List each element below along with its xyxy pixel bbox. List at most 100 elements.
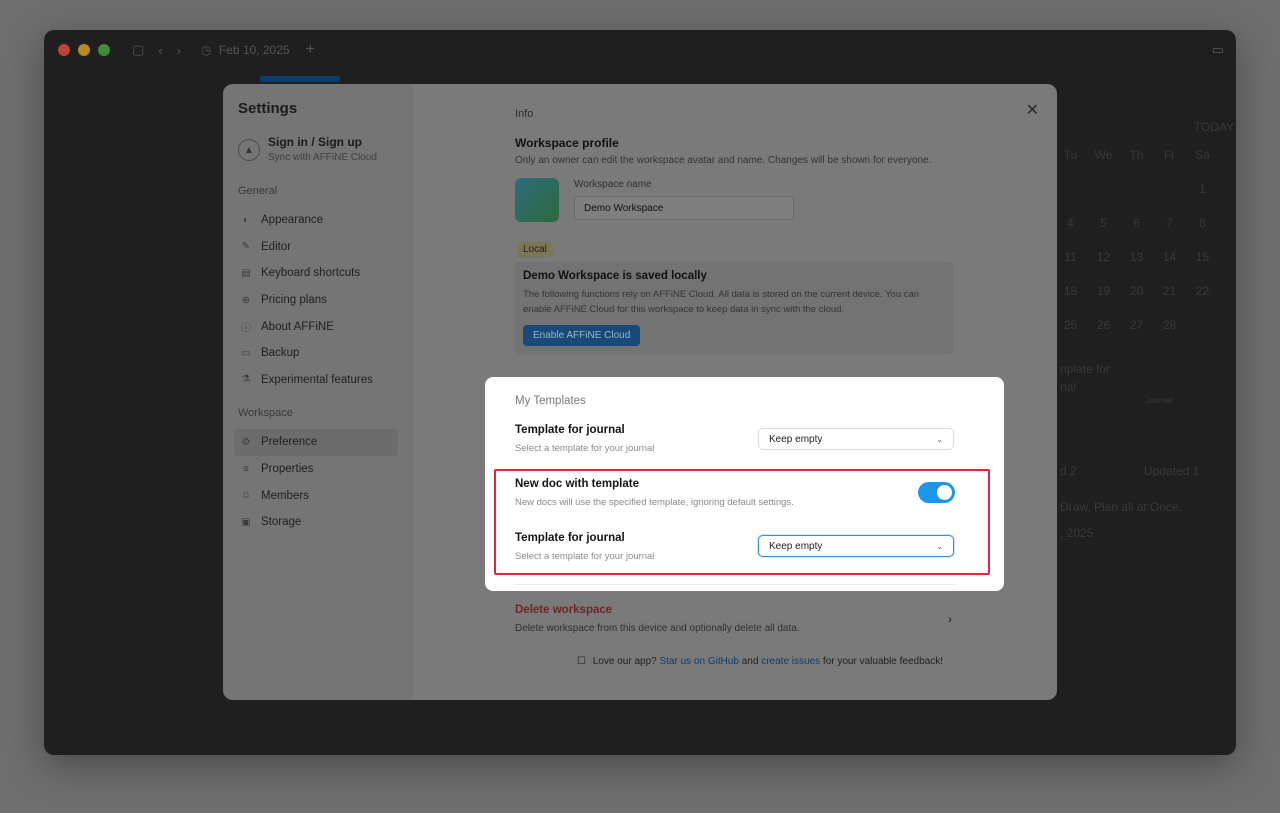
github-star-link[interactable]: Star us on GitHub bbox=[659, 656, 738, 667]
journal-thumbnail-label: Journal bbox=[1146, 396, 1173, 405]
sidebar-item-editor[interactable]: ✎ Editor bbox=[234, 234, 398, 261]
weekday: Tu bbox=[1063, 148, 1078, 162]
journal-template-desc-2: Select a template for your journal bbox=[515, 551, 655, 562]
sidebar-item-label: Properties bbox=[261, 463, 314, 476]
calendar-day: 18 bbox=[1063, 284, 1078, 298]
account-subtitle: Sync with AFFiNE Cloud bbox=[268, 152, 377, 163]
sidebar-item-properties[interactable]: ≡ Properties bbox=[234, 456, 398, 483]
sidebar-item-appearance[interactable]: ◐ Appearance bbox=[234, 207, 398, 234]
calendar-header: TODAY bbox=[1054, 120, 1234, 134]
calendar-day: 27 bbox=[1129, 318, 1144, 332]
journal-template-value-2: Keep empty bbox=[769, 540, 823, 552]
back-arrow-icon[interactable]: ‹ bbox=[158, 43, 162, 58]
sidebar-item-label: Backup bbox=[261, 347, 300, 360]
calendar-day: 21 bbox=[1162, 284, 1177, 298]
gear-icon: ⚙ bbox=[241, 436, 251, 448]
sidebar-item-label: Experimental features bbox=[261, 373, 373, 386]
local-notice-title: Demo Workspace is saved locally bbox=[523, 270, 707, 282]
sidebar-item-backup[interactable]: ▭ Backup bbox=[234, 340, 398, 367]
delete-workspace-desc: Delete workspace from this device and op… bbox=[515, 623, 800, 634]
my-templates-card: My Templates Template for journal Select… bbox=[485, 377, 1004, 591]
sidebar-item-storage[interactable]: ▣ Storage bbox=[234, 509, 398, 536]
calendar-week: 25 26 27 28 bbox=[1054, 318, 1234, 332]
workspace-name-input[interactable]: Demo Workspace bbox=[574, 196, 794, 220]
calendar-week: 11 12 13 14 15 bbox=[1054, 250, 1234, 264]
calendar-day: 11 bbox=[1064, 250, 1077, 264]
background-tab-indicator bbox=[260, 76, 340, 82]
pricing-icon: ⊕ bbox=[241, 294, 251, 306]
palette-icon: ◐ bbox=[242, 214, 250, 226]
members-icon: ☺ bbox=[240, 490, 252, 502]
calendar-day bbox=[1186, 318, 1219, 332]
new-tab-plus-icon[interactable]: + bbox=[306, 41, 315, 59]
calendar-day: 1 bbox=[1199, 182, 1206, 196]
background-snippet: nal bbox=[1060, 380, 1077, 394]
calendar-day: 25 bbox=[1063, 318, 1078, 332]
today-label: TODAY bbox=[1193, 120, 1234, 134]
sidebar-item-label: About AFFiNE bbox=[261, 320, 334, 333]
toggle-knob bbox=[937, 485, 952, 500]
account-name: Sign in / Sign up bbox=[268, 135, 362, 149]
maximize-window-button[interactable] bbox=[98, 44, 110, 56]
minimize-window-button[interactable] bbox=[78, 44, 90, 56]
account-sign-in[interactable]: ▲ Sign in / Sign up Sync with AFFiNE Clo… bbox=[238, 135, 398, 163]
new-doc-template-title: New doc with template bbox=[515, 478, 639, 490]
sidebar-item-keyboard-shortcuts[interactable]: ▤ Keyboard shortcuts bbox=[234, 260, 398, 287]
chevron-right-icon[interactable]: › bbox=[948, 612, 952, 626]
close-window-button[interactable] bbox=[58, 44, 70, 56]
forward-arrow-icon[interactable]: › bbox=[177, 43, 181, 58]
close-icon[interactable]: ✕ bbox=[1026, 100, 1039, 120]
journal-template-title: Template for journal bbox=[515, 424, 625, 436]
background-calendar: TODAY Tu We Th Fr Sa 1 4 5 6 7 8 11 12 1… bbox=[1054, 120, 1234, 352]
divider bbox=[515, 584, 955, 585]
chat-icon: ☐ bbox=[577, 656, 586, 667]
enable-cloud-button[interactable]: Enable AFFiNE Cloud bbox=[523, 325, 641, 346]
journal-template-select-2[interactable]: Keep empty ⌄ bbox=[758, 535, 954, 557]
calendar-day: 7 bbox=[1166, 216, 1173, 230]
calendar-day: 4 bbox=[1067, 216, 1074, 230]
sidebar-item-label: Members bbox=[261, 489, 309, 502]
feedback-suffix: for your valuable feedback! bbox=[822, 656, 943, 667]
calendar-day: 6 bbox=[1133, 216, 1140, 230]
calendar-day: 19 bbox=[1096, 284, 1111, 298]
feedback-and: and bbox=[741, 656, 759, 667]
titlebar: ▢ ‹ › ◷ Feb 10, 2025 + ▭ bbox=[44, 30, 1236, 70]
storage-icon: ▣ bbox=[241, 516, 251, 528]
local-notice-desc: The following functions rely on AFFiNE C… bbox=[523, 289, 920, 315]
background-snippet: Updated 1 bbox=[1144, 464, 1200, 478]
calendar-day: 12 bbox=[1096, 250, 1111, 264]
background-snippet: Draw, Plan all at Once. bbox=[1060, 500, 1183, 514]
sidebar-item-experimental[interactable]: ⚗ Experimental features bbox=[234, 367, 398, 394]
background-snippet: nplate for bbox=[1060, 362, 1111, 376]
new-doc-template-toggle[interactable] bbox=[918, 482, 955, 503]
calendar-day: 20 bbox=[1129, 284, 1144, 298]
weekday: Sa bbox=[1195, 148, 1210, 162]
create-issues-link[interactable]: create issues bbox=[761, 656, 820, 667]
workspace-avatar[interactable] bbox=[515, 178, 559, 222]
delete-workspace-title[interactable]: Delete workspace bbox=[515, 604, 612, 616]
info-section-label: Info bbox=[515, 108, 534, 120]
sidebar-item-pricing-plans[interactable]: ⊕ Pricing plans bbox=[234, 287, 398, 314]
new-doc-template-desc: New docs will use the specified template… bbox=[515, 497, 794, 508]
calendar-day: 8 bbox=[1199, 216, 1206, 230]
sidebar-item-about[interactable]: ⓘ About AFFiNE bbox=[234, 313, 398, 340]
sidebar-item-label: Appearance bbox=[261, 214, 324, 227]
calendar-day: 22 bbox=[1195, 284, 1210, 298]
sidebar-item-members[interactable]: ☺ Members bbox=[234, 482, 398, 509]
sidebar-item-label: Pricing plans bbox=[261, 294, 327, 307]
pen-icon: ✎ bbox=[241, 241, 251, 253]
calendar-icon: ◷ bbox=[200, 43, 212, 57]
chevron-down-icon: ⌄ bbox=[936, 541, 943, 551]
weekday: Fr bbox=[1163, 148, 1176, 162]
right-sidebar-icon[interactable]: ▭ bbox=[1212, 42, 1224, 58]
calendar-day: 26 bbox=[1096, 318, 1111, 332]
settings-title: Settings bbox=[238, 100, 298, 117]
journal-template-select[interactable]: Keep empty ⌄ bbox=[758, 428, 954, 450]
tab-journal[interactable]: ◷ Feb 10, 2025 bbox=[201, 43, 290, 57]
sidebar-toggle-icon[interactable]: ▢ bbox=[132, 42, 144, 58]
calendar-day bbox=[1120, 182, 1153, 196]
calendar-day: 13 bbox=[1129, 250, 1144, 264]
flask-icon: ⚗ bbox=[241, 374, 251, 386]
sidebar-item-preference[interactable]: ⚙ Preference bbox=[234, 429, 398, 456]
calendar-day: 14 bbox=[1162, 250, 1177, 264]
